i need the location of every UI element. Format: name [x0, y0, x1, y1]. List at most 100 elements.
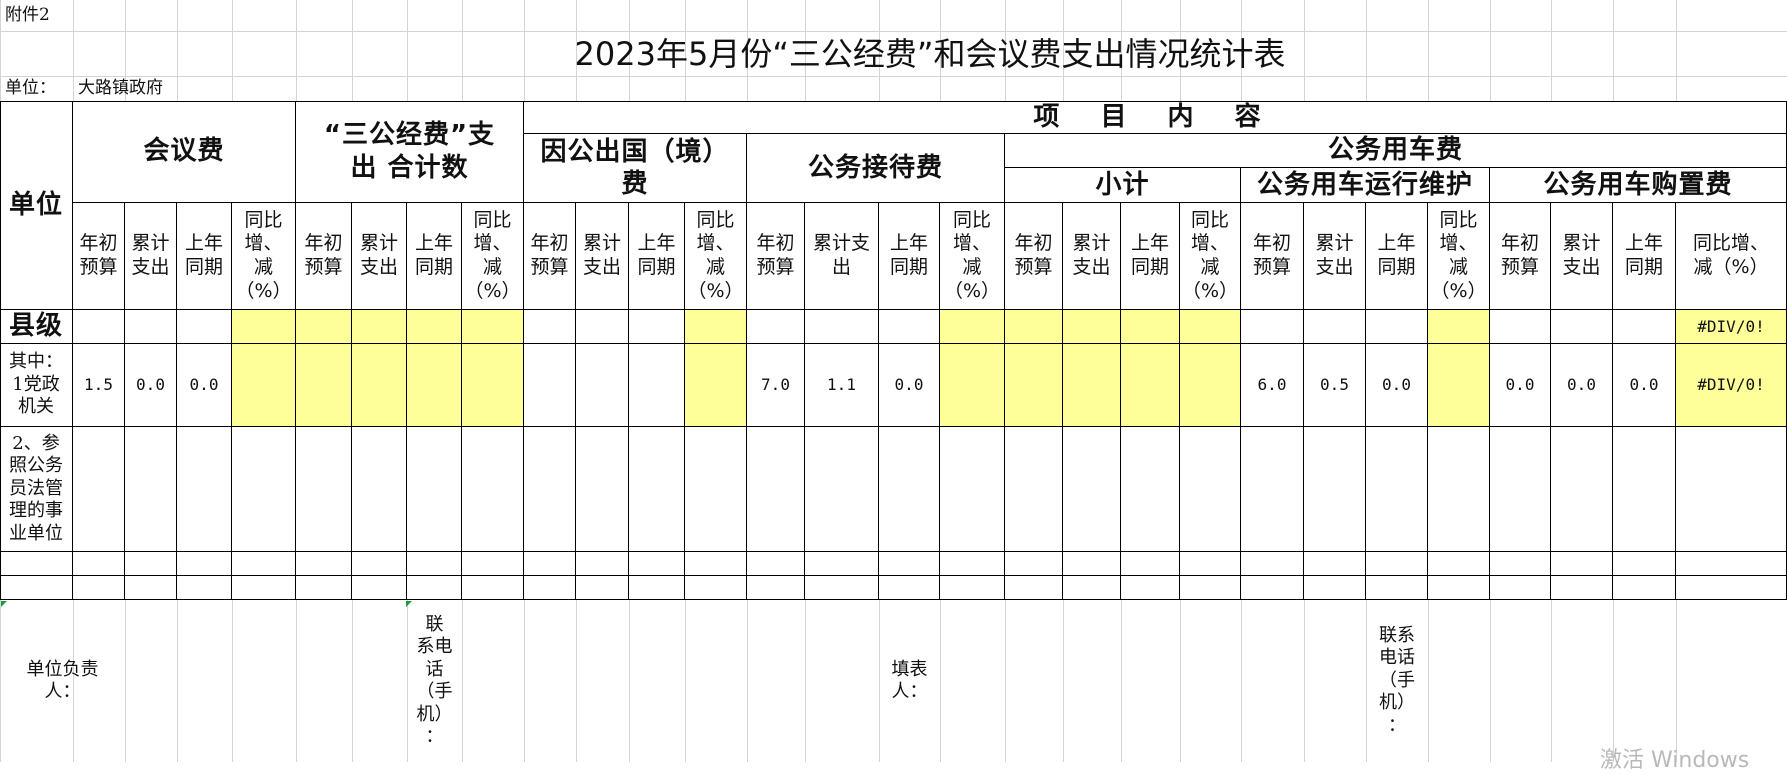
data-cell[interactable]: [685, 427, 747, 552]
data-cell[interactable]: [1304, 310, 1366, 344]
empty-cell[interactable]: [576, 552, 629, 576]
data-cell[interactable]: [1304, 427, 1366, 552]
data-cell[interactable]: [1180, 310, 1241, 344]
empty-cell[interactable]: [125, 576, 177, 600]
data-cell[interactable]: [576, 344, 629, 427]
data-cell[interactable]: 0.0: [1490, 344, 1551, 427]
data-cell[interactable]: [879, 310, 940, 344]
data-cell[interactable]: [125, 310, 177, 344]
data-cell[interactable]: [407, 427, 462, 552]
empty-cell[interactable]: [1366, 552, 1428, 576]
empty-cell[interactable]: [629, 576, 685, 600]
data-cell[interactable]: [1063, 310, 1121, 344]
empty-cell[interactable]: [352, 552, 407, 576]
data-cell[interactable]: [576, 427, 629, 552]
data-cell[interactable]: [576, 310, 629, 344]
empty-cell[interactable]: [1241, 576, 1304, 600]
data-cell[interactable]: [296, 427, 352, 552]
data-cell[interactable]: [462, 310, 524, 344]
empty-cell[interactable]: [1490, 552, 1551, 576]
empty-cell[interactable]: [1121, 576, 1180, 600]
data-cell[interactable]: [1180, 427, 1241, 552]
empty-cell[interactable]: [352, 576, 407, 600]
data-cell[interactable]: 1.5: [73, 344, 125, 427]
empty-cell[interactable]: [177, 552, 232, 576]
data-cell[interactable]: [1428, 344, 1490, 427]
empty-cell[interactable]: [296, 552, 352, 576]
data-cell[interactable]: [1428, 427, 1490, 552]
empty-cell[interactable]: [629, 552, 685, 576]
empty-cell[interactable]: [747, 552, 805, 576]
data-cell[interactable]: [524, 344, 576, 427]
empty-cell[interactable]: [73, 552, 125, 576]
data-cell[interactable]: [1490, 427, 1551, 552]
data-cell[interactable]: [629, 310, 685, 344]
empty-cell[interactable]: [1063, 576, 1121, 600]
empty-cell[interactable]: [1428, 576, 1490, 600]
data-cell[interactable]: [125, 427, 177, 552]
data-cell[interactable]: [747, 310, 805, 344]
data-cell[interactable]: [685, 310, 747, 344]
data-cell[interactable]: [462, 344, 524, 427]
data-cell[interactable]: [1063, 427, 1121, 552]
empty-cell[interactable]: [1005, 576, 1063, 600]
empty-cell[interactable]: [407, 576, 462, 600]
empty-cell[interactable]: [1063, 552, 1121, 576]
empty-cell[interactable]: [0, 552, 73, 576]
empty-cell[interactable]: [1428, 552, 1490, 576]
empty-cell[interactable]: [177, 576, 232, 600]
data-cell[interactable]: [407, 344, 462, 427]
empty-cell[interactable]: [524, 552, 576, 576]
empty-cell[interactable]: [1304, 576, 1366, 600]
empty-cell[interactable]: [296, 576, 352, 600]
data-cell[interactable]: [1366, 427, 1428, 552]
data-cell[interactable]: [296, 310, 352, 344]
data-cell[interactable]: [1551, 310, 1613, 344]
empty-cell[interactable]: [232, 576, 296, 600]
data-cell[interactable]: [1551, 427, 1613, 552]
empty-cell[interactable]: [1613, 552, 1676, 576]
data-cell[interactable]: [1063, 344, 1121, 427]
data-cell[interactable]: 0.5: [1304, 344, 1366, 427]
data-cell[interactable]: [1005, 427, 1063, 552]
empty-cell[interactable]: [1676, 552, 1787, 576]
data-cell[interactable]: [296, 344, 352, 427]
data-cell[interactable]: 0.0: [1366, 344, 1428, 427]
data-cell[interactable]: [940, 310, 1005, 344]
data-cell[interactable]: 0.0: [1551, 344, 1613, 427]
empty-cell[interactable]: [805, 576, 879, 600]
data-cell[interactable]: [73, 310, 125, 344]
data-cell[interactable]: [407, 310, 462, 344]
data-cell[interactable]: [805, 427, 879, 552]
data-cell[interactable]: 0.0: [177, 344, 232, 427]
data-cell[interactable]: [462, 427, 524, 552]
data-cell[interactable]: #DIV/0!: [1676, 344, 1787, 427]
data-cell[interactable]: [1241, 310, 1304, 344]
empty-cell[interactable]: [0, 576, 73, 600]
data-cell[interactable]: [1490, 310, 1551, 344]
data-cell[interactable]: 7.0: [747, 344, 805, 427]
empty-cell[interactable]: [462, 576, 524, 600]
data-cell[interactable]: [1121, 344, 1180, 427]
data-cell[interactable]: [629, 344, 685, 427]
data-cell[interactable]: [524, 310, 576, 344]
data-cell[interactable]: [805, 310, 879, 344]
data-cell[interactable]: [1676, 427, 1787, 552]
data-cell[interactable]: [1005, 310, 1063, 344]
empty-cell[interactable]: [940, 552, 1005, 576]
empty-cell[interactable]: [805, 552, 879, 576]
empty-cell[interactable]: [73, 576, 125, 600]
data-cell[interactable]: 0.0: [1613, 344, 1676, 427]
data-cell[interactable]: [524, 427, 576, 552]
data-cell[interactable]: [352, 427, 407, 552]
data-cell[interactable]: [1121, 310, 1180, 344]
empty-cell[interactable]: [1241, 552, 1304, 576]
data-cell[interactable]: [352, 344, 407, 427]
data-cell[interactable]: [1121, 427, 1180, 552]
data-cell[interactable]: [232, 427, 296, 552]
empty-cell[interactable]: [1551, 552, 1613, 576]
data-cell[interactable]: [685, 344, 747, 427]
data-cell[interactable]: [1613, 310, 1676, 344]
empty-cell[interactable]: [879, 576, 940, 600]
empty-cell[interactable]: [407, 552, 462, 576]
